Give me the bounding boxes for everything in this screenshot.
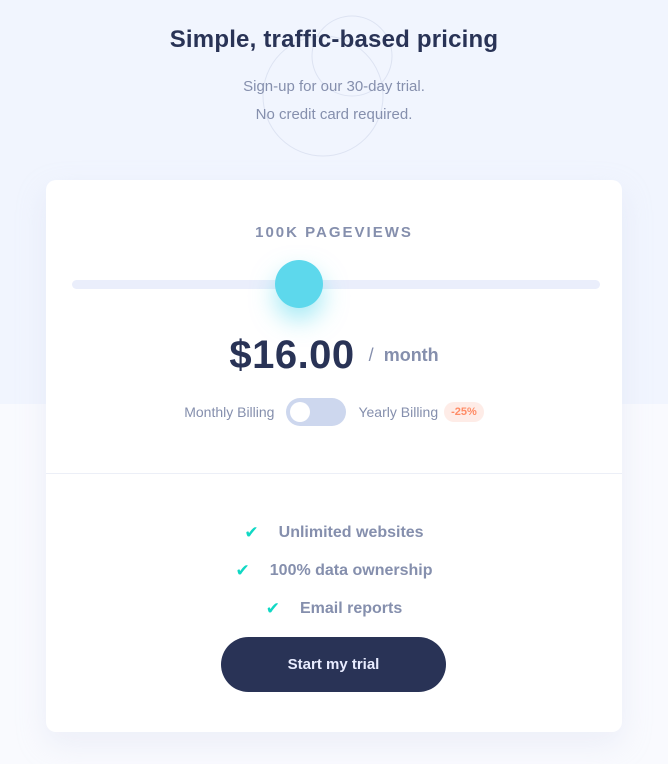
feature-label: 100% data ownership <box>269 562 433 579</box>
subtitle-trial: Sign-up for our 30-day trial. <box>243 78 425 95</box>
price-display: $16.00 / month <box>46 330 622 380</box>
pageviews-slider-track[interactable] <box>72 280 600 289</box>
toggle-knob <box>290 402 311 422</box>
billing-toggle-row: Monthly Billing Yearly Billing -25% <box>46 398 622 426</box>
price-separator: / <box>368 344 374 365</box>
start-trial-label: Start my trial <box>287 656 380 673</box>
feature-item: ✔ Email reports <box>46 590 622 628</box>
pageviews-slider-thumb[interactable] <box>275 260 324 308</box>
billing-toggle[interactable] <box>286 398 347 426</box>
check-icon: ✔ <box>235 561 250 580</box>
feature-item: ✔ Unlimited websites <box>46 514 622 552</box>
pageviews-label: 100K PAGEVIEWS <box>255 224 413 241</box>
price-amount: $16.00 <box>229 332 355 377</box>
card-divider <box>46 473 622 474</box>
features-list: ✔ Unlimited websites ✔ 100% data ownersh… <box>46 514 622 628</box>
page-title: Simple, traffic-based pricing <box>169 26 499 53</box>
price-period: month <box>383 344 439 365</box>
pricing-card: 100K PAGEVIEWS $16.00 / month Monthly Bi… <box>46 180 622 732</box>
feature-item: ✔ 100% data ownership <box>46 552 622 590</box>
yearly-billing-label: Yearly Billing <box>358 404 439 420</box>
feature-label: Email reports <box>299 600 403 617</box>
check-icon: ✔ <box>265 599 280 618</box>
check-icon: ✔ <box>244 523 259 542</box>
subtitle-no-card: No credit card required. <box>255 106 413 123</box>
start-trial-button[interactable]: Start my trial <box>221 637 446 692</box>
monthly-billing-label: Monthly Billing <box>184 404 275 420</box>
feature-label: Unlimited websites <box>278 524 424 541</box>
discount-badge: -25% <box>444 402 484 422</box>
